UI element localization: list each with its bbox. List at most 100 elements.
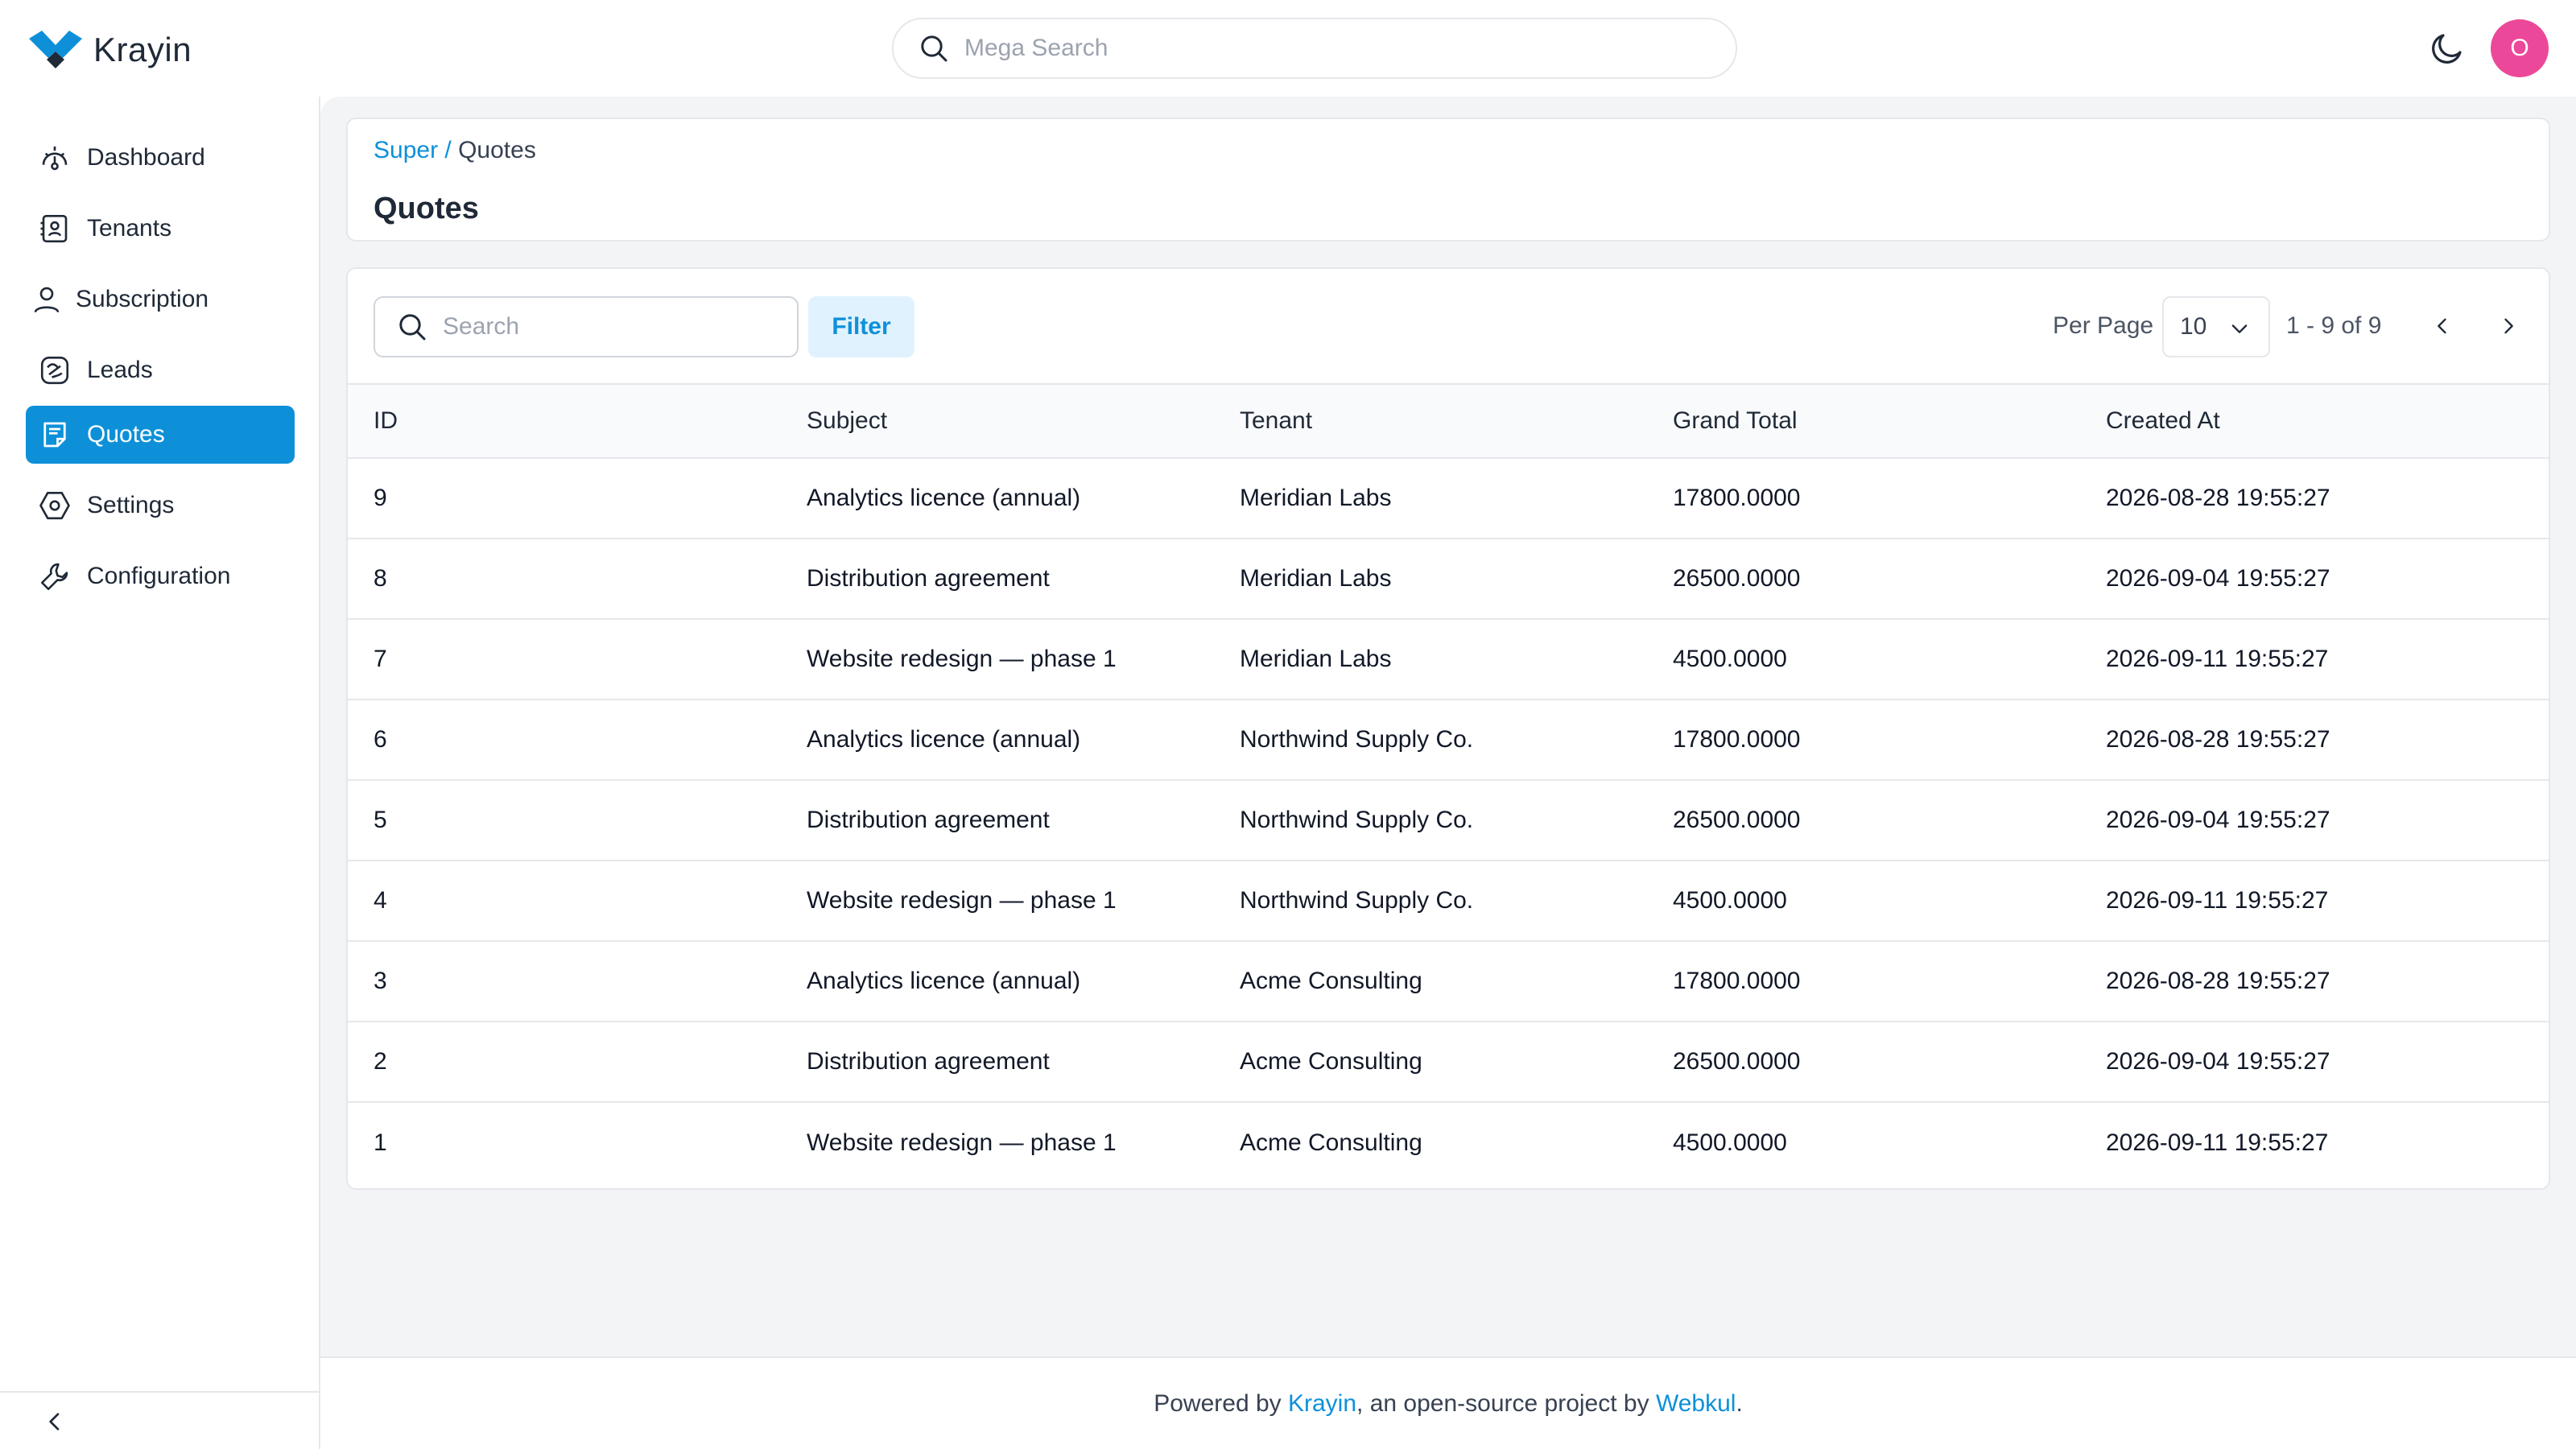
search-icon: [921, 35, 947, 62]
sidebar-item-label: Configuration: [87, 563, 231, 589]
column-header-id[interactable]: ID: [374, 385, 398, 457]
cell-grand-total: 26500.0000: [1673, 807, 1801, 833]
table-row[interactable]: 5 Distribution agreement Northwind Suppl…: [348, 781, 2549, 861]
cell-subject: Analytics licence (annual): [807, 485, 1081, 511]
cell-grand-total: 17800.0000: [1673, 968, 1801, 994]
sidebar-item-label: Tenants: [87, 215, 172, 242]
top-header: Krayin O: [0, 0, 2576, 97]
cell-id: 8: [374, 565, 387, 592]
filter-button[interactable]: Filter: [808, 296, 914, 357]
breadcrumb-separator: /: [444, 137, 452, 163]
table-row[interactable]: 6 Analytics licence (annual) Northwind S…: [348, 700, 2549, 781]
cell-id: 2: [374, 1048, 387, 1075]
cell-created-at: 2026-08-28 19:55:27: [2106, 485, 2330, 511]
cell-id: 4: [374, 887, 387, 914]
cell-created-at: 2026-09-11 19:55:27: [2106, 1129, 2329, 1156]
cell-subject: Analytics licence (annual): [807, 968, 1081, 994]
footer-link-krayin[interactable]: Krayin: [1288, 1390, 1356, 1418]
footer-link-webkul[interactable]: Webkul: [1656, 1390, 1736, 1418]
app-name: Krayin: [93, 31, 192, 68]
column-header-subject[interactable]: Subject: [807, 385, 887, 457]
cell-id: 7: [374, 646, 387, 672]
sidebar-collapse-button[interactable]: [0, 1391, 320, 1449]
dashboard-icon: [37, 140, 72, 175]
next-page-button[interactable]: [2492, 306, 2524, 346]
table-row[interactable]: 4 Website redesign — phase 1 Northwind S…: [348, 861, 2549, 942]
mega-search-input[interactable]: [964, 35, 1689, 62]
breadcrumb-link-super[interactable]: Super: [374, 137, 438, 163]
previous-page-button[interactable]: [2426, 306, 2458, 346]
wrench-icon: [37, 559, 72, 594]
cell-subject: Website redesign — phase 1: [807, 1129, 1117, 1156]
breadcrumb-current: Quotes: [458, 137, 536, 163]
breadcrumb: Super / Quotes: [374, 137, 536, 164]
cell-subject: Website redesign — phase 1: [807, 646, 1117, 672]
avatar-initial: O: [2510, 35, 2529, 61]
sidebar-item-configuration[interactable]: Configuration: [26, 547, 295, 605]
leads-icon: [37, 353, 72, 388]
table-row[interactable]: 2 Distribution agreement Acme Consulting…: [348, 1022, 2549, 1103]
cell-tenant: Northwind Supply Co.: [1240, 807, 1474, 833]
chevron-right-icon: [2504, 318, 2513, 334]
dark-mode-toggle[interactable]: [2426, 27, 2468, 69]
cell-id: 9: [374, 485, 387, 511]
cell-created-at: 2026-09-04 19:55:27: [2106, 1048, 2330, 1075]
per-page-select[interactable]: 10: [2162, 296, 2270, 357]
cell-id: 6: [374, 726, 387, 753]
table-header-row: ID Subject Tenant Grand Total Created At: [348, 383, 2549, 459]
column-header-tenant[interactable]: Tenant: [1240, 385, 1312, 457]
cell-grand-total: 4500.0000: [1673, 1129, 1787, 1156]
cell-tenant: Northwind Supply Co.: [1240, 887, 1474, 914]
table-row[interactable]: 9 Analytics licence (annual) Meridian La…: [348, 459, 2549, 539]
sidebar-item-leads[interactable]: Leads: [26, 341, 295, 399]
cell-subject: Distribution agreement: [807, 1048, 1050, 1075]
mega-search-bar[interactable]: [892, 18, 1737, 79]
cell-grand-total: 26500.0000: [1673, 565, 1801, 592]
sidebar-item-settings[interactable]: Settings: [26, 477, 295, 535]
table-row[interactable]: 1 Website redesign — phase 1 Acme Consul…: [348, 1103, 2549, 1183]
user-avatar[interactable]: O: [2491, 19, 2549, 77]
cell-created-at: 2026-09-04 19:55:27: [2106, 807, 2330, 833]
cell-grand-total: 4500.0000: [1673, 646, 1787, 672]
cell-created-at: 2026-08-28 19:55:27: [2106, 968, 2330, 994]
footer: Powered by Krayin, an open-source projec…: [320, 1356, 2576, 1449]
cell-tenant: Meridian Labs: [1240, 646, 1392, 672]
tenants-icon: [37, 211, 72, 246]
user-icon: [29, 282, 64, 317]
datagrid-search-input[interactable]: [443, 313, 797, 341]
per-page-label: Per Page: [2053, 312, 2154, 339]
cell-created-at: 2026-09-04 19:55:27: [2106, 565, 2330, 592]
footer-suffix: .: [1736, 1389, 1743, 1417]
cell-grand-total: 26500.0000: [1673, 1048, 1801, 1075]
cell-tenant: Meridian Labs: [1240, 485, 1392, 511]
page-title: Quotes: [374, 192, 479, 225]
logo[interactable]: Krayin: [29, 29, 192, 71]
column-header-created-at[interactable]: Created At: [2106, 385, 2220, 457]
cell-subject: Distribution agreement: [807, 807, 1050, 833]
pagination-info: 1 - 9 of 9: [2286, 312, 2382, 339]
sidebar-item-subscription[interactable]: Subscription: [26, 270, 295, 328]
table-row[interactable]: 7 Website redesign — phase 1 Meridian La…: [348, 620, 2549, 700]
column-header-grand-total[interactable]: Grand Total: [1673, 385, 1798, 457]
table-row[interactable]: 3 Analytics licence (annual) Acme Consul…: [348, 942, 2549, 1022]
chevron-left-icon: [49, 1413, 60, 1430]
sidebar-item-dashboard[interactable]: Dashboard: [26, 129, 295, 187]
cell-tenant: Acme Consulting: [1240, 1048, 1422, 1075]
quotes-table: ID Subject Tenant Grand Total Created At…: [348, 383, 2549, 1183]
cell-id: 3: [374, 968, 387, 994]
quotes-icon: [37, 417, 72, 452]
sidebar-item-tenants[interactable]: Tenants: [26, 200, 295, 258]
table-row[interactable]: 8 Distribution agreement Meridian Labs 2…: [348, 539, 2549, 620]
cell-created-at: 2026-09-11 19:55:27: [2106, 646, 2329, 672]
datagrid-search[interactable]: [374, 296, 799, 357]
footer-middle: , an open-source project by: [1356, 1389, 1649, 1417]
cell-tenant: Acme Consulting: [1240, 1129, 1422, 1156]
cell-id: 5: [374, 807, 387, 833]
sidebar: Dashboard Tenants Subscription Leads Quo…: [0, 97, 320, 1449]
cell-subject: Distribution agreement: [807, 565, 1050, 592]
datagrid-toolbar: Filter Per Page 10 1 - 9 of 9: [348, 269, 2549, 383]
chevron-down-icon: [2231, 324, 2248, 333]
sidebar-item-quotes[interactable]: Quotes: [26, 406, 295, 464]
page-header: Super / Quotes Quotes: [346, 118, 2550, 242]
cell-grand-total: 17800.0000: [1673, 726, 1801, 753]
